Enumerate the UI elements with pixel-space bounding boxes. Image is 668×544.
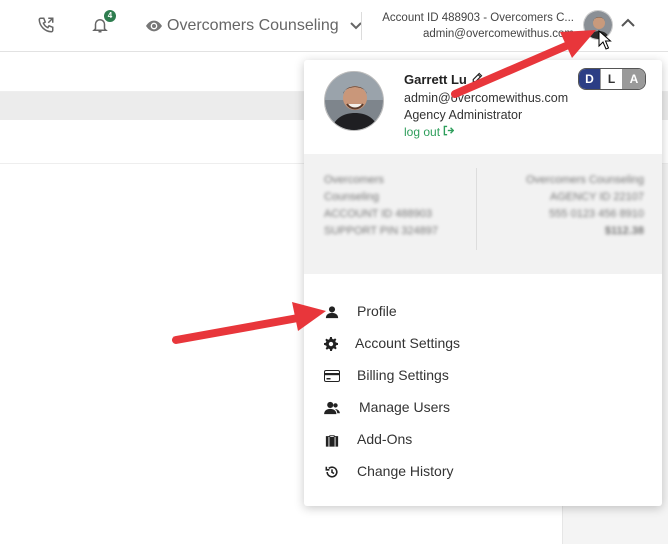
profile-role: Agency Administrator <box>404 108 523 122</box>
menu-item-manage-users[interactable]: Manage Users <box>304 392 662 424</box>
mode-a-button[interactable]: A <box>623 69 645 89</box>
notifications-bell-icon[interactable]: 4 <box>89 10 116 36</box>
agency-name: Overcomers Counseling <box>167 17 339 34</box>
user-icon <box>324 304 340 320</box>
display-mode-toggle: D L A <box>578 68 646 90</box>
profile-name: Garrett Lu <box>404 72 483 87</box>
menu-label: Billing Settings <box>357 367 449 383</box>
left-line-1: ACCOUNT ID 488903 <box>324 208 433 220</box>
profile-avatar <box>324 71 384 131</box>
account-summary-blurred: Overcomers Counseling ACCOUNT ID 488903 … <box>304 154 662 274</box>
user-menu-dropdown: Garrett Lu admin@overcomewithus.com Agen… <box>304 60 662 506</box>
right-title: Overcomers Counseling <box>526 174 644 186</box>
mode-l-button[interactable]: L <box>601 69 623 89</box>
profile-header: Garrett Lu admin@overcomewithus.com Agen… <box>304 60 662 154</box>
phone-icon[interactable] <box>35 14 57 36</box>
right-line-3: $112.38 <box>604 225 644 237</box>
user-menu-list: Profile Account Settings Billing Setting… <box>304 296 662 488</box>
menu-item-change-history[interactable]: Change History <box>304 456 662 488</box>
notification-count-badge: 4 <box>104 10 116 22</box>
top-navigation-bar: 4 Overcomers Counseling Account ID 48890… <box>0 0 668 52</box>
menu-label: Account Settings <box>355 335 461 351</box>
sign-out-icon <box>443 125 455 139</box>
gear-icon <box>323 336 339 352</box>
credit-card-icon <box>324 368 340 384</box>
briefcase-icon <box>324 432 340 448</box>
right-line-1: AGENCY ID 22107 <box>550 191 644 203</box>
agency-summary-right: Overcomers Counseling AGENCY ID 22107 55… <box>526 172 644 240</box>
mouse-cursor-icon <box>598 30 612 50</box>
left-title: Overcomers Counseling <box>324 174 384 203</box>
summary-divider <box>476 168 477 250</box>
chevron-down-icon <box>349 22 362 30</box>
right-line-2: 555 0123 456 8910 <box>549 208 644 220</box>
menu-label: Add-Ons <box>357 431 413 447</box>
eye-icon <box>146 20 162 32</box>
account-id-line: Account ID 488903 - Overcomers C... <box>382 12 574 24</box>
logout-link[interactable]: log out <box>404 125 455 139</box>
left-line-2: SUPPORT PIN 324897 <box>324 225 438 237</box>
menu-item-profile[interactable]: Profile <box>304 296 662 328</box>
edit-pencil-icon[interactable] <box>471 72 483 87</box>
menu-label: Manage Users <box>359 399 451 415</box>
menu-item-billing-settings[interactable]: Billing Settings <box>304 360 662 392</box>
menu-item-add-ons[interactable]: Add-Ons <box>304 424 662 456</box>
account-email: admin@overcomewithus.com <box>422 28 574 40</box>
agency-switcher[interactable]: Overcomers Counseling <box>146 16 362 36</box>
menu-label: Profile <box>357 303 397 319</box>
menu-label: Change History <box>357 463 454 479</box>
divider <box>361 12 362 40</box>
chevron-up-icon[interactable] <box>621 15 639 33</box>
profile-name-text: Garrett Lu <box>404 72 467 87</box>
menu-item-account-settings[interactable]: Account Settings <box>304 328 662 360</box>
logout-label: log out <box>404 125 441 139</box>
agency-summary-left: Overcomers Counseling ACCOUNT ID 488903 … <box>324 172 438 240</box>
history-icon <box>324 464 340 480</box>
account-info: Account ID 488903 - Overcomers C... admi… <box>372 10 574 42</box>
profile-email: admin@overcomewithus.com <box>404 91 569 105</box>
mode-d-button[interactable]: D <box>579 69 601 89</box>
users-icon <box>324 400 340 416</box>
